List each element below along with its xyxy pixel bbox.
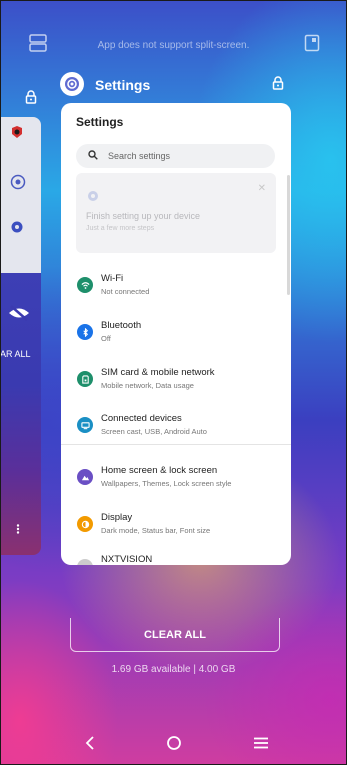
settings-item-title: Wi-Fi <box>101 273 124 284</box>
setup-suggestion-card[interactable]: ✕ Finish setting up your device Just a f… <box>76 173 276 253</box>
settings-item-title: SIM card & mobile network <box>101 367 215 378</box>
search-input[interactable] <box>108 151 258 161</box>
settings-title: Settings <box>76 115 124 129</box>
wifi-icon <box>77 277 93 293</box>
settings-item-bluetooth[interactable]: Bluetooth Off <box>61 310 291 356</box>
settings-item-title: Display <box>101 512 133 523</box>
settings-item-subtitle: Not connected <box>101 287 150 296</box>
app-icon-circle <box>10 174 26 195</box>
devices-icon <box>77 417 93 433</box>
settings-app-card[interactable]: Settings ✕ Finish setting up your device… <box>61 103 291 565</box>
bluetooth-icon <box>77 324 93 340</box>
settings-app-icon[interactable] <box>60 72 84 96</box>
app-icon-gear <box>10 220 24 239</box>
nxtvision-icon <box>77 559 93 565</box>
settings-item-connected-devices[interactable]: Connected devices Screen cast, USB, Andr… <box>61 403 291 449</box>
app-icon-red <box>10 125 24 144</box>
floating-window-icon[interactable] <box>304 34 320 52</box>
search-bar[interactable] <box>76 144 275 168</box>
lock-app-icon[interactable] <box>272 76 284 90</box>
split-screen-message: App does not support split-screen. <box>97 40 250 51</box>
previous-app-card[interactable]: AR ALL <box>0 117 41 555</box>
home-screen-icon <box>77 469 93 485</box>
gear-icon <box>87 189 99 207</box>
sim-icon <box>77 371 93 387</box>
settings-item-home-screen[interactable]: Home screen & lock screen Wallpapers, Th… <box>61 455 291 501</box>
previous-lock-icon[interactable] <box>25 90 37 104</box>
home-icon[interactable] <box>164 733 184 753</box>
settings-item-title: NXTVISION <box>101 554 153 565</box>
settings-item-title: Home screen & lock screen <box>101 465 218 476</box>
settings-item-display[interactable]: Display Dark mode, Status bar, Font size <box>61 502 291 548</box>
settings-item-subtitle: Screen cast, USB, Android Auto <box>101 427 207 436</box>
section-divider <box>61 444 291 445</box>
memory-status: 1.69 GB available | 4.00 GB <box>111 664 236 675</box>
recents-menu-icon[interactable] <box>251 733 271 753</box>
clear-all-button[interactable]: CLEAR ALL <box>70 618 280 652</box>
settings-item-title: Connected devices <box>101 413 182 424</box>
app-title: Settings <box>95 77 151 93</box>
search-icon <box>88 147 98 165</box>
settings-item-title: Bluetooth <box>101 320 142 331</box>
setup-subtitle: Just a few more steps <box>86 225 155 232</box>
settings-item-wifi[interactable]: Wi-Fi Not connected <box>61 263 291 309</box>
dismiss-icon[interactable]: ✕ <box>258 183 266 194</box>
settings-item-subtitle: Off <box>101 334 111 343</box>
settings-item-subtitle: Dark mode, Status bar, Font size <box>101 526 211 535</box>
settings-item-nxtvision[interactable]: NXTVISION <box>61 545 291 565</box>
back-icon[interactable] <box>80 733 100 753</box>
more-vert-icon <box>16 521 20 539</box>
settings-item-subtitle: Mobile network, Data usage <box>101 381 194 390</box>
display-icon <box>77 516 93 532</box>
settings-item-subtitle: Wallpapers, Themes, Lock screen style <box>101 479 232 488</box>
settings-item-sim[interactable]: SIM card & mobile network Mobile network… <box>61 357 291 403</box>
previous-clear-all-fragment: AR ALL <box>0 349 31 359</box>
visibility-off-icon <box>8 304 30 327</box>
setup-title: Finish setting up your device <box>86 211 201 221</box>
